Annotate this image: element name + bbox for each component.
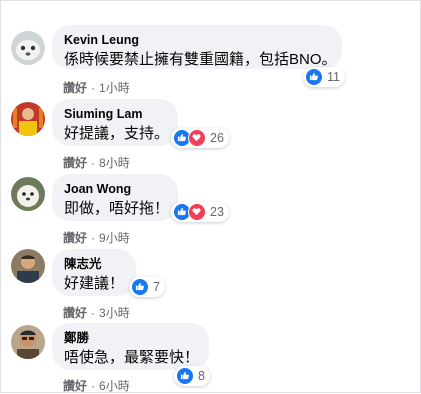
like-link[interactable]: 讚好	[63, 81, 87, 95]
avatar[interactable]	[11, 31, 45, 65]
like-icon	[131, 278, 149, 296]
comment-bubble: Siuming Lam 好提議，支持。	[52, 99, 178, 146]
avatar[interactable]	[11, 249, 45, 283]
like-icon	[305, 68, 323, 86]
comment-bubble: Kevin Leung 係時候要禁止擁有雙重國籍，包括BNO。	[52, 25, 342, 69]
avatar[interactable]	[11, 102, 45, 136]
comment-time[interactable]: 3小時	[99, 306, 130, 320]
avatar[interactable]	[11, 177, 45, 211]
comment-actions: 讚好 · 1小時	[63, 79, 130, 96]
reaction-summary[interactable]: 8	[174, 366, 210, 386]
comment-author[interactable]: 陳志光	[64, 256, 124, 272]
like-icon	[176, 367, 194, 385]
comment-author[interactable]: Kevin Leung	[64, 32, 330, 48]
comment-author[interactable]: 鄭勝	[64, 330, 197, 346]
love-icon	[188, 203, 206, 221]
separator: ·	[91, 156, 96, 170]
comment-actions: 讚好 · 9小時	[63, 229, 130, 246]
comment-text: 唔使急，最緊要快！	[64, 349, 200, 366]
comment-bubble: 陳志光 好建議！	[52, 249, 136, 296]
comment-author[interactable]: Joan Wong	[64, 181, 166, 197]
reaction-count: 7	[153, 280, 160, 294]
reaction-count: 23	[210, 205, 224, 219]
separator: ·	[91, 81, 96, 95]
reaction-summary[interactable]: 11	[303, 67, 345, 87]
comment-bubble: Joan Wong 即做，唔好拖！	[52, 174, 178, 221]
comment-author[interactable]: Siuming Lam	[64, 106, 166, 122]
reaction-summary[interactable]: 26	[171, 128, 229, 148]
separator: ·	[91, 231, 96, 245]
comment-time[interactable]: 6小時	[99, 379, 130, 393]
like-link[interactable]: 讚好	[63, 379, 87, 393]
separator: ·	[91, 379, 96, 393]
comment-bubble: 鄭勝 唔使急，最緊要快！	[52, 323, 209, 370]
comment-actions: 讚好 · 6小時	[63, 377, 130, 394]
comment-text: 即做，唔好拖！	[64, 200, 170, 217]
like-link[interactable]: 讚好	[63, 231, 87, 245]
reaction-count: 11	[327, 70, 340, 84]
love-icon	[188, 129, 206, 147]
avatar[interactable]	[11, 325, 45, 359]
comment-time[interactable]: 9小時	[99, 231, 130, 245]
reaction-count: 8	[198, 369, 205, 383]
comment-time[interactable]: 1小時	[99, 81, 130, 95]
comment-actions: 讚好 · 8小時	[63, 154, 130, 171]
comment-text: 係時候要禁止擁有雙重國籍，包括BNO。	[64, 51, 337, 68]
separator: ·	[91, 306, 96, 320]
reaction-summary[interactable]: 23	[171, 202, 229, 222]
comment-time[interactable]: 8小時	[99, 156, 130, 170]
like-link[interactable]: 讚好	[63, 306, 87, 320]
comments-panel: Kevin Leung 係時候要禁止擁有雙重國籍，包括BNO。 11 讚好 · 1小…	[0, 0, 421, 393]
comment-text: 好提議，支持。	[64, 125, 170, 142]
like-link[interactable]: 讚好	[63, 156, 87, 170]
comment-actions: 讚好 · 3小時	[63, 304, 130, 321]
reaction-summary[interactable]: 7	[129, 277, 165, 297]
reaction-count: 26	[210, 131, 224, 145]
comment-text: 好建議！	[64, 275, 125, 292]
